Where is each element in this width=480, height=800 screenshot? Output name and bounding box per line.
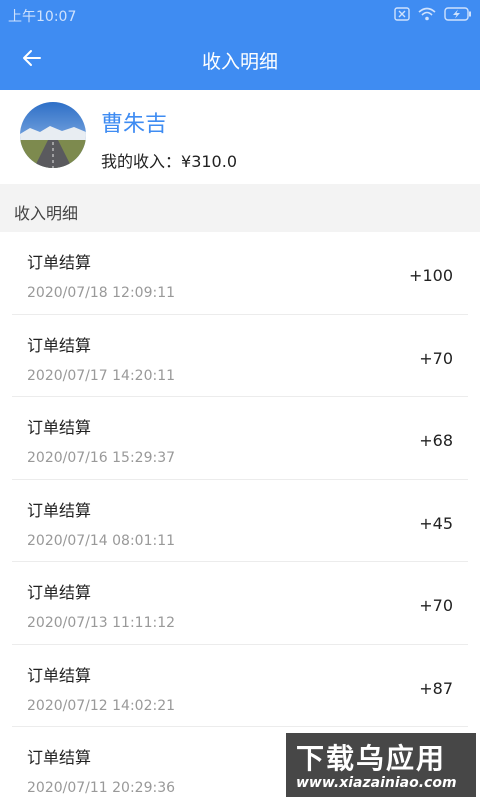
status-icons: [394, 7, 472, 25]
section-header: 收入明细: [0, 184, 480, 232]
watermark-title: 下载乌应用: [296, 742, 447, 775]
watermark-url: www.xiazainiao.com: [296, 775, 457, 791]
record-title: 订单结算: [27, 748, 92, 767]
income-label: 我的收入：: [101, 152, 182, 171]
record-amount: +70: [419, 348, 453, 368]
profile-card: 曹朱吉 我的收入：¥310.0: [0, 90, 480, 184]
record-title: 订单结算: [27, 335, 92, 355]
avatar[interactable]: [20, 102, 86, 168]
record-title: 订单结算: [27, 253, 92, 272]
income-list: 订单结算 2020/07/18 12:09:11 +100 订单结算 2020/…: [12, 232, 468, 800]
wifi-icon: [418, 7, 436, 25]
page-title: 收入明细: [201, 51, 278, 73]
record-title: 订单结算: [27, 500, 92, 520]
record-amount: +87: [419, 678, 453, 698]
watermark-logo: 下载乌应用 www.xiazainiao.com: [286, 733, 476, 797]
record-time: 2020/07/17 14:20:11: [27, 367, 176, 384]
record-time: 2020/07/12 14:02:21: [27, 697, 176, 714]
list-item[interactable]: 订单结算 2020/07/18 12:09:11 +100: [12, 232, 468, 315]
record-time: 2020/07/11 20:29:36: [27, 780, 176, 796]
app-header: 收入明细: [0, 30, 480, 90]
list-item[interactable]: 订单结算 2020/07/17 14:20:11 +70: [12, 315, 468, 397]
record-time: 2020/07/16 15:29:37: [27, 450, 176, 466]
list-item[interactable]: 订单结算 2020/07/13 11:11:12 +70: [12, 562, 468, 645]
list-item[interactable]: 订单结算 2020/07/14 08:01:11 +45: [12, 480, 468, 562]
battery-charging-icon: [444, 7, 472, 25]
list-item[interactable]: 订单结算 2020/07/16 15:29:37 +68: [12, 397, 468, 480]
status-time: 上午10:07: [8, 9, 77, 25]
record-amount: +100: [409, 266, 453, 285]
record-title: 订单结算: [27, 418, 92, 437]
record-title: 订单结算: [27, 665, 92, 685]
user-name: 曹朱吉: [101, 112, 168, 137]
income-value: ¥310.0: [181, 152, 237, 171]
record-amount: +70: [419, 596, 453, 615]
status-bar: 上午10:07: [0, 0, 480, 30]
record-amount: +45: [419, 513, 453, 533]
record-time: 2020/07/13 11:11:12: [27, 615, 176, 631]
total-income: 我的收入：¥310.0: [101, 148, 237, 172]
no-sim-icon: [394, 7, 410, 25]
record-title: 订单结算: [27, 583, 92, 602]
record-amount: +68: [419, 431, 453, 450]
record-time: 2020/07/18 12:09:11: [27, 285, 176, 301]
record-time: 2020/07/14 08:01:11: [27, 532, 176, 549]
list-item[interactable]: 订单结算 2020/07/12 14:02:21 +87: [12, 645, 468, 727]
